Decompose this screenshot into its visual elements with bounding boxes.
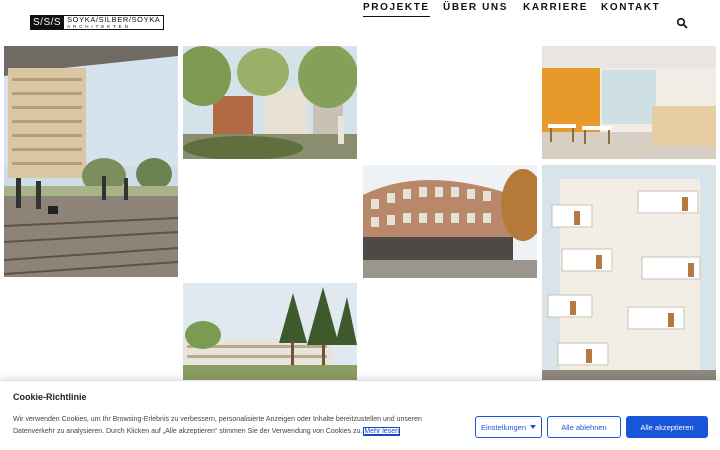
logo[interactable]: S/S/S SOYKA/SILBER/SOYKA ARCHITEKTEN — [30, 15, 165, 30]
nav-item-ueber-uns[interactable]: ÜBER UNS — [443, 0, 508, 16]
chevron-down-icon — [530, 425, 537, 429]
logo-wordmark: SOYKA/SILBER/SOYKA ARCHITEKTEN — [64, 15, 165, 30]
cookie-text-line1: Wir verwenden Cookies, um Ihr Browsing-E… — [13, 416, 422, 423]
cookie-title: Cookie-Richtlinie — [13, 392, 87, 402]
logo-names: SOYKA/SILBER/SOYKA — [67, 15, 161, 24]
nav-item-projekte[interactable]: PROJEKTE — [363, 0, 430, 17]
project-tile-park-housing[interactable] — [183, 46, 357, 159]
project-tile-curved-office[interactable] — [363, 165, 537, 278]
accept-all-button[interactable]: Alle akzeptieren — [626, 416, 708, 438]
cookie-text: Wir verwenden Cookies, um Ihr Browsing-E… — [13, 414, 463, 438]
reject-all-button[interactable]: Alle ablehnen — [547, 416, 621, 438]
project-tile-white-apartments[interactable] — [542, 165, 716, 380]
settings-button[interactable]: Einstellungen — [475, 416, 542, 438]
logo-mark: S/S/S — [30, 15, 65, 30]
search-icon[interactable] — [676, 16, 688, 29]
cookie-text-line2: Datenverkehr zu analysieren. Durch Klick… — [13, 428, 363, 435]
project-tile-railway-housing[interactable] — [4, 46, 178, 277]
logo-subtitle: ARCHITEKTEN — [67, 24, 131, 29]
read-more-link[interactable]: Mehr lesen — [363, 427, 400, 436]
site-header: S/S/S SOYKA/SILBER/SOYKA ARCHITEKTEN PRO… — [0, 0, 720, 44]
nav-item-kontakt[interactable]: KONTAKT — [601, 0, 660, 16]
nav-item-karriere[interactable]: KARRIERE — [523, 0, 588, 16]
cookie-banner: Cookie-Richtlinie Wir verwenden Cookies,… — [0, 380, 720, 450]
project-tile-forest-campus[interactable] — [183, 283, 357, 380]
project-tile-interior-canteen[interactable] — [542, 46, 716, 159]
settings-button-label: Einstellungen — [480, 422, 527, 432]
